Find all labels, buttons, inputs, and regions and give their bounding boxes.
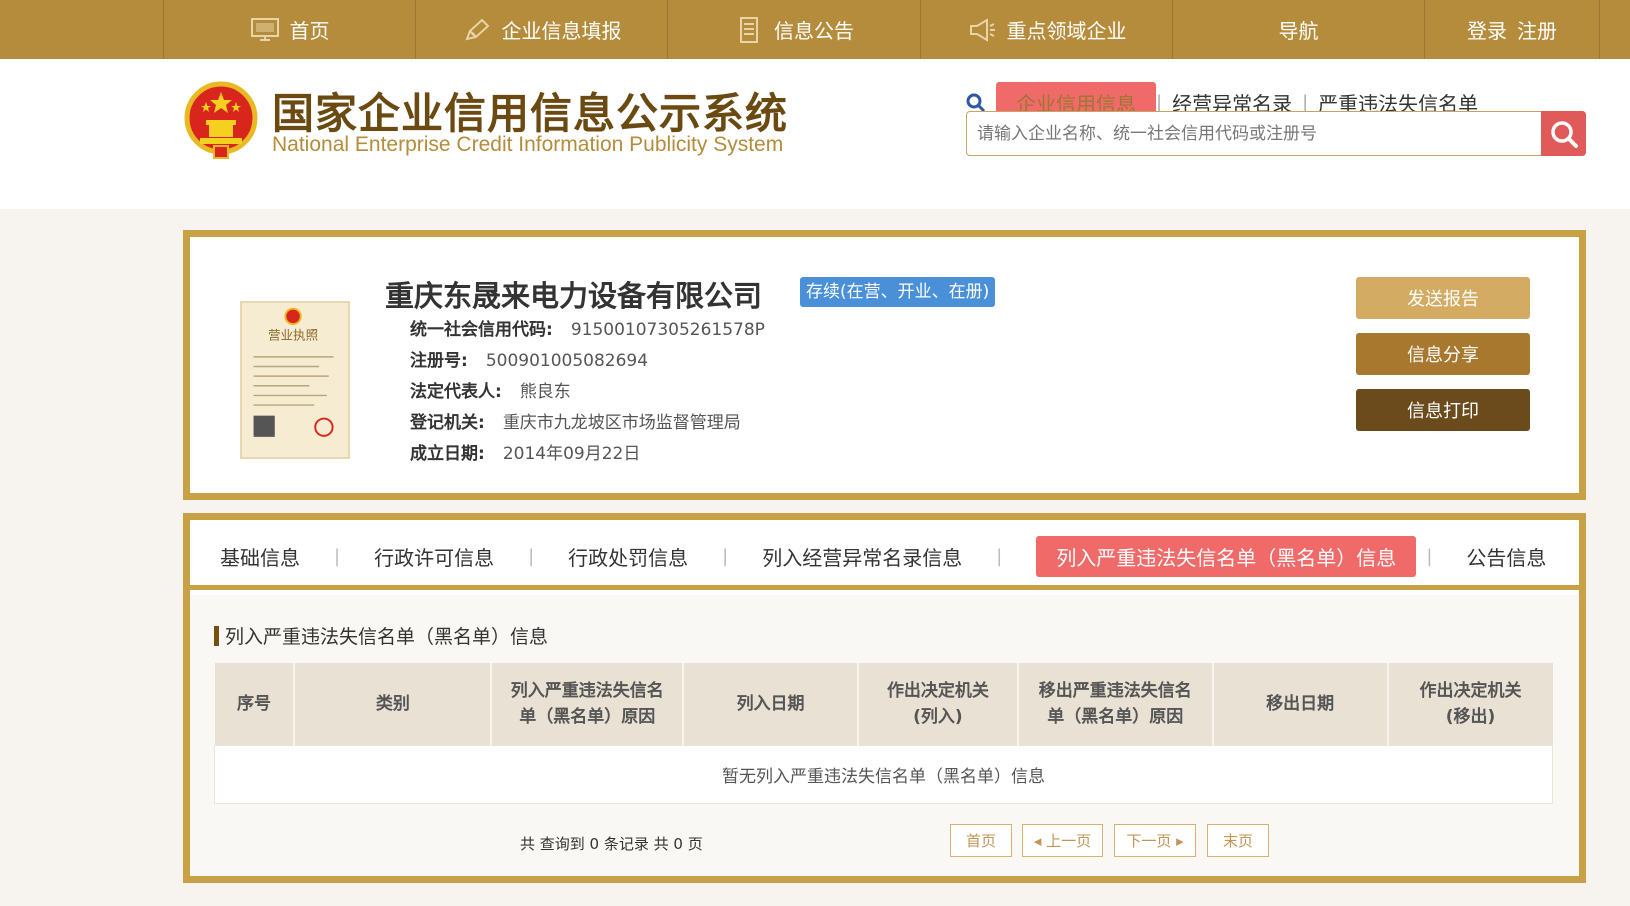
col-header: 类别 <box>293 663 492 745</box>
site-title: 国家企业信用信息公示系统 <box>272 89 789 138</box>
credit-code-value: 91500107305261578P <box>570 320 765 340</box>
tab-abnormal-list[interactable]: 列入经营异常名录信息 <box>762 542 962 571</box>
first-page-button[interactable]: 首页 <box>950 824 1012 857</box>
table-row: 暂无列入严重违法失信名单（黑名单）信息 <box>214 744 1553 804</box>
nav-item-key-sectors[interactable]: 重点领域企业 <box>920 0 1172 59</box>
search-box <box>966 111 1586 156</box>
col-header: 作出决定机关 (移出) <box>1386 663 1553 745</box>
col-header: 列入日期 <box>682 663 858 745</box>
nav-item-report[interactable]: 企业信息填报 <box>415 0 667 59</box>
nav-item-home[interactable]: 首页 <box>163 0 415 59</box>
pager-summary: 共 查询到 0 条记录 共 0 页 <box>520 835 703 853</box>
send-report-button[interactable]: 发送报告 <box>1356 277 1530 319</box>
monitor-icon <box>250 17 280 43</box>
tab-divider: | <box>528 546 535 567</box>
legal-rep-value: 熊良东 <box>519 382 571 402</box>
col-header: 列入严重违法失信名 单（黑名单）原因 <box>490 663 684 745</box>
tab-divider: | <box>996 546 1003 567</box>
nav-label-home: 首页 <box>289 19 330 43</box>
tab-basic-info[interactable]: 基础信息 <box>220 542 300 571</box>
nav-item-navigation[interactable]: 导航 <box>1172 0 1424 59</box>
nav-label-report: 企业信息填报 <box>501 19 622 43</box>
section-title: 列入严重违法失信名单（黑名单）信息 <box>214 622 548 649</box>
col-header: 序号 <box>214 663 295 745</box>
search-button[interactable] <box>1541 111 1586 156</box>
license-title: 营业执照 <box>268 328 318 343</box>
founded-row: 成立日期: 2014年09月22日 <box>410 439 640 464</box>
nav-label-navigation: 导航 <box>1278 19 1319 43</box>
founded-value: 2014年09月22日 <box>502 444 641 464</box>
tab-blacklist[interactable]: 列入严重违法失信名单（黑名单）信息 <box>1036 536 1417 577</box>
search-input[interactable] <box>967 112 1517 155</box>
authority-label: 登记机关: <box>410 413 485 433</box>
reg-no-value: 500901005082694 <box>485 351 649 371</box>
business-license-image: 营业执照 <box>240 301 350 459</box>
authority-value: 重庆市九龙坡区市场监督管理局 <box>502 413 741 433</box>
legal-rep-label: 法定代表人: <box>410 382 502 402</box>
blacklist-table: 序号 类别 列入严重违法失信名 单（黑名单）原因 列入日期 作出决定机关 (列入) … <box>214 663 1553 804</box>
top-nav: 首页 企业信息填报 信息公告 重点领域企业 导航 登录 注册 <box>0 0 1630 59</box>
status-badge: 存续(在营、开业、在册) <box>800 277 996 307</box>
legal-rep-row: 法定代表人: 熊良东 <box>410 377 571 402</box>
national-emblem-logo <box>184 80 258 160</box>
authority-row: 登记机关: 重庆市九龙坡区市场监督管理局 <box>410 408 741 433</box>
founded-label: 成立日期: <box>410 444 485 464</box>
tab-announcements[interactable]: 公告信息 <box>1466 542 1546 571</box>
register-link[interactable]: 注册 <box>1517 15 1557 44</box>
tab-divider: | <box>1426 546 1433 567</box>
tab-admin-penalty[interactable]: 行政处罚信息 <box>568 542 688 571</box>
tab-admin-license[interactable]: 行政许可信息 <box>374 542 494 571</box>
tab-divider: | <box>334 546 341 567</box>
site-subtitle: National Enterprise Credit Information P… <box>272 133 784 156</box>
reg-no-row: 注册号: 500901005082694 <box>410 346 648 371</box>
pen-icon <box>462 17 492 43</box>
table-header-row: 序号 类别 列入严重违法失信名 单（黑名单）原因 列入日期 作出决定机关 (列入) … <box>214 663 1553 745</box>
section-title-bar <box>214 625 219 646</box>
tab-bar: 基础信息 | 行政许可信息 | 行政处罚信息 | 列入经营异常名录信息 | 列入… <box>190 528 1579 590</box>
nav-item-announcements[interactable]: 信息公告 <box>667 0 920 59</box>
login-register: 登录 注册 <box>1424 0 1600 59</box>
section-title-text: 列入严重违法失信名单（黑名单）信息 <box>225 626 549 648</box>
nav-label-key-sectors: 重点领域企业 <box>1006 19 1127 43</box>
col-header: 作出决定机关 (列入) <box>857 663 1018 745</box>
megaphone-icon <box>967 17 997 43</box>
search-button-icon <box>1550 120 1578 148</box>
credit-code-row: 统一社会信用代码: 91500107305261578P <box>410 315 765 340</box>
document-icon <box>734 16 764 43</box>
credit-code-label: 统一社会信用代码: <box>410 320 553 340</box>
last-page-button[interactable]: 末页 <box>1207 824 1269 857</box>
empty-message: 暂无列入严重违法失信名单（黑名单）信息 <box>214 744 1553 804</box>
search-icon <box>966 93 986 113</box>
nav-label-announcements: 信息公告 <box>774 19 854 43</box>
col-header: 移出严重违法失信名 单（黑名单）原因 <box>1016 663 1213 745</box>
print-button[interactable]: 信息打印 <box>1356 389 1530 431</box>
tab-divider: | <box>722 546 729 567</box>
prev-page-button[interactable]: ◂ 上一页 <box>1022 824 1103 857</box>
company-name: 重庆东晟来电力设备有限公司 <box>385 279 763 313</box>
login-link[interactable]: 登录 <box>1467 15 1507 44</box>
next-page-button[interactable]: 下一页 ▸ <box>1114 824 1196 857</box>
reg-no-label: 注册号: <box>410 351 468 371</box>
share-button[interactable]: 信息分享 <box>1356 333 1530 375</box>
col-header: 移出日期 <box>1211 663 1388 745</box>
